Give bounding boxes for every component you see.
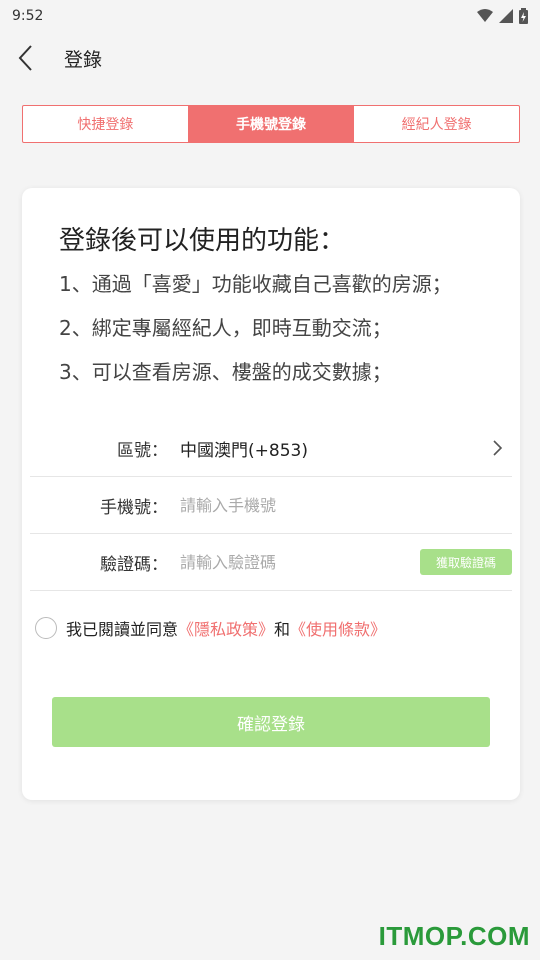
status-bar: 9:52 [0, 0, 540, 32]
region-label: 區號： [117, 440, 168, 461]
tab-quick-login[interactable]: 快捷登錄 [23, 106, 188, 142]
privacy-policy-link[interactable]: 《隱私政策》 [178, 616, 274, 640]
agreement-checkbox[interactable] [35, 617, 57, 639]
feature-item: 3、可以查看房源、樓盤的成交數據； [59, 360, 392, 384]
region-value: 中國澳門(+853) [180, 440, 308, 461]
get-code-button[interactable]: 獲取驗證碼 [420, 549, 512, 575]
phone-input[interactable] [180, 495, 512, 515]
chevron-left-icon [18, 45, 32, 71]
terms-of-use-link[interactable]: 《使用條款》 [290, 616, 386, 640]
watermark-logo: ITMOP.COM [378, 921, 530, 951]
battery-icon [519, 8, 528, 24]
status-icons [477, 8, 528, 24]
phone-row: 手機號： [30, 477, 512, 534]
feature-item: 2、綁定專屬經紀人，即時互動交流； [59, 316, 392, 340]
chevron-right-icon[interactable] [488, 438, 508, 458]
signal-icon [499, 9, 513, 23]
verification-code-input[interactable] [180, 552, 420, 572]
agreement-row: 我已閱讀並同意 《隱私政策》 和 《使用條款》 [35, 616, 386, 640]
wifi-icon [477, 9, 493, 22]
back-button[interactable] [0, 32, 50, 84]
confirm-login-button[interactable]: 確認登錄 [52, 697, 490, 747]
tab-agent-login[interactable]: 經紀人登錄 [353, 106, 519, 142]
features-heading: 登錄後可以使用的功能： [59, 226, 346, 256]
feature-item: 1、通過「喜愛」功能收藏自己喜歡的房源； [59, 272, 452, 296]
region-row[interactable]: 區號： 中國澳門(+853) [30, 420, 512, 477]
agreement-and: 和 [274, 620, 291, 639]
code-row: 驗證碼： 獲取驗證碼 [30, 534, 512, 591]
tab-phone-login[interactable]: 手機號登錄 [187, 106, 354, 142]
app-bar: 登錄 [0, 32, 540, 84]
code-label: 驗證碼： [100, 554, 168, 575]
phone-label: 手機號： [100, 497, 168, 518]
login-card: 登錄後可以使用的功能： 1、通過「喜愛」功能收藏自己喜歡的房源； 2、綁定專屬經… [22, 188, 520, 800]
agreement-prefix: 我已閱讀並同意 [66, 620, 179, 639]
login-tabs: 快捷登錄 手機號登錄 經紀人登錄 [22, 105, 520, 143]
page-title: 登錄 [64, 48, 103, 71]
status-time: 9:52 [12, 8, 44, 24]
